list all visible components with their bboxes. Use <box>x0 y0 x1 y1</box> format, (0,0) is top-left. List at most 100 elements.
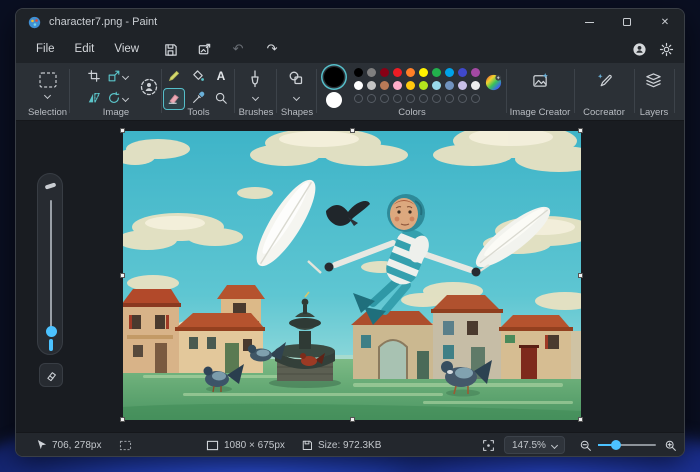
color-swatch[interactable] <box>471 81 480 90</box>
color-swatch[interactable] <box>445 81 454 90</box>
zoom-out-button[interactable] <box>579 433 592 457</box>
active-tool-eraser-button[interactable] <box>39 363 63 387</box>
shapes-button[interactable] <box>288 70 304 86</box>
brushes-button[interactable] <box>247 70 263 88</box>
ribbon-toolbar: Selection <box>16 63 684 121</box>
account-button[interactable] <box>632 42 647 57</box>
selection-handle[interactable] <box>120 273 125 278</box>
color-swatch[interactable] <box>393 68 402 77</box>
edit-colors-button[interactable] <box>484 73 503 92</box>
flip-icon <box>87 91 101 105</box>
image-creator-button[interactable] <box>532 72 549 89</box>
magnifier-button[interactable] <box>214 91 228 105</box>
background-color-swatch[interactable] <box>326 92 342 108</box>
selection-handle[interactable] <box>578 417 583 422</box>
custom-color-slot[interactable] <box>419 94 428 103</box>
selection-tool-button[interactable] <box>38 71 58 89</box>
custom-color-slot[interactable] <box>471 94 480 103</box>
rotate-button[interactable] <box>107 91 121 105</box>
resize-button[interactable] <box>107 69 121 83</box>
zoom-slider[interactable] <box>598 433 656 457</box>
building-left <box>123 289 181 373</box>
custom-color-slot[interactable] <box>406 94 415 103</box>
zoom-in-button[interactable] <box>664 433 677 457</box>
color-swatch[interactable] <box>419 68 428 77</box>
pencil-button[interactable] <box>167 69 181 83</box>
color-swatch[interactable] <box>393 81 402 90</box>
resize-dropdown[interactable] <box>123 74 128 79</box>
remove-background-button[interactable] <box>139 77 159 97</box>
group-layers: Layers <box>634 63 674 121</box>
save-button[interactable] <box>157 39 183 59</box>
size-slider-thumb[interactable] <box>46 326 57 337</box>
group-tools: A Tools <box>163 63 234 121</box>
fill-button[interactable] <box>191 69 205 83</box>
custom-color-slot[interactable] <box>393 94 402 103</box>
color-swatch[interactable] <box>380 81 389 90</box>
selection-handle[interactable] <box>120 128 125 133</box>
color-swatch[interactable] <box>458 68 467 77</box>
custom-color-slot[interactable] <box>432 94 441 103</box>
zoom-slider-thumb[interactable] <box>611 440 621 450</box>
custom-color-slot[interactable] <box>367 94 376 103</box>
zoom-level-dropdown[interactable]: 147.5% <box>504 433 565 457</box>
brushes-dropdown[interactable] <box>253 95 258 100</box>
color-swatch[interactable] <box>406 68 415 77</box>
custom-color-slot[interactable] <box>380 94 389 103</box>
export-button[interactable] <box>191 39 217 59</box>
selection-dropdown[interactable] <box>45 93 50 98</box>
eraser-button[interactable] <box>167 91 181 105</box>
selection-handle[interactable] <box>350 417 355 422</box>
color-swatch[interactable] <box>354 81 363 90</box>
menu-view[interactable]: View <box>104 40 149 58</box>
selection-handle[interactable] <box>120 417 125 422</box>
layers-button[interactable] <box>645 72 662 89</box>
color-swatch[interactable] <box>419 81 428 90</box>
custom-color-slot[interactable] <box>354 94 363 103</box>
crop-button[interactable] <box>87 69 101 83</box>
maximize-button[interactable] <box>608 9 646 35</box>
size-slider-track[interactable] <box>50 200 52 328</box>
color-swatch[interactable] <box>432 68 441 77</box>
minimize-button[interactable] <box>570 9 608 35</box>
custom-color-slot[interactable] <box>445 94 454 103</box>
work-area <box>16 121 684 434</box>
foreground-color-swatch[interactable] <box>324 67 344 87</box>
layers-icon <box>645 72 662 89</box>
color-swatch[interactable] <box>380 68 389 77</box>
selection-handle[interactable] <box>578 273 583 278</box>
flip-button[interactable] <box>87 91 101 105</box>
settings-button[interactable] <box>659 42 674 57</box>
zoom-slider-track[interactable] <box>598 444 656 446</box>
selection-handle[interactable] <box>350 128 355 133</box>
close-icon: ✕ <box>661 17 669 28</box>
redo-button[interactable]: ↷ <box>259 39 285 59</box>
fill-icon <box>191 69 205 83</box>
color-swatch[interactable] <box>367 68 376 77</box>
menu-edit[interactable]: Edit <box>65 40 105 58</box>
building-five <box>499 315 573 379</box>
custom-color-slot[interactable] <box>458 94 467 103</box>
cocreator-button[interactable] <box>596 72 613 89</box>
color-swatch[interactable] <box>445 68 454 77</box>
color-swatch[interactable] <box>354 68 363 77</box>
color-swatch[interactable] <box>406 81 415 90</box>
color-swatch[interactable] <box>471 68 480 77</box>
selection-icon <box>38 71 58 89</box>
text-tool-button[interactable]: A <box>214 68 228 84</box>
color-swatch[interactable] <box>458 81 467 90</box>
close-button[interactable]: ✕ <box>646 9 684 35</box>
color-swatch[interactable] <box>432 81 441 90</box>
menu-file[interactable]: File <box>26 40 65 58</box>
color-swatch[interactable] <box>367 81 376 90</box>
shapes-icon <box>288 70 304 86</box>
color-picker-button[interactable] <box>191 91 205 105</box>
fit-to-screen-button[interactable] <box>482 433 495 457</box>
selection-handle[interactable] <box>578 128 583 133</box>
group-label: Brushes <box>236 107 276 118</box>
undo-button[interactable]: ↶ <box>225 39 251 59</box>
title-bar[interactable]: character7.png - Paint ✕ <box>16 9 684 35</box>
canvas[interactable] <box>123 131 581 420</box>
rotate-dropdown[interactable] <box>123 96 128 101</box>
shapes-dropdown[interactable] <box>294 95 299 100</box>
